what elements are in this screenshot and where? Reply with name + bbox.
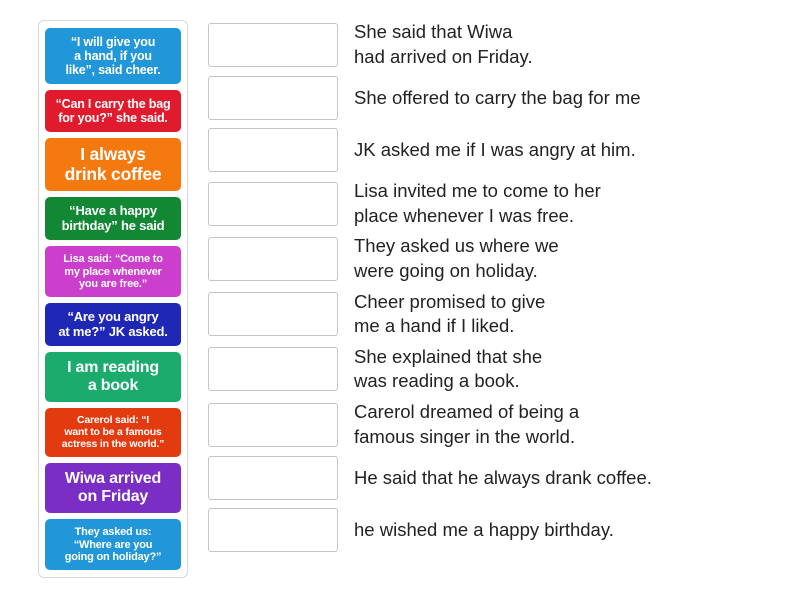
drop-target[interactable]	[208, 508, 338, 553]
draggable-tile[interactable]: “Are you angry at me?” JK asked.	[45, 303, 181, 347]
answer-row: Carerol dreamed of being a famous singer…	[208, 400, 800, 449]
answer-text: She explained that she was reading a boo…	[354, 345, 543, 392]
answer-text: She offered to carry the bag for me	[354, 86, 641, 108]
draggable-tile-label: “Have a happy birthday” he said	[61, 203, 165, 233]
answer-text: he wished me a happy birthday.	[354, 518, 614, 540]
answer-row: JK asked me if I was angry at him.	[208, 127, 800, 173]
answer-row: She said that Wiwa had arrived on Friday…	[208, 20, 800, 69]
answer-text: She said that Wiwa had arrived on Friday…	[354, 21, 533, 67]
answer-text: Cheer promised to give me a hand if I li…	[354, 290, 546, 337]
answer-row: She explained that she was reading a boo…	[208, 345, 800, 394]
drop-target[interactable]	[208, 292, 338, 337]
answer-row: Cheer promised to give me a hand if I li…	[208, 290, 800, 339]
answer-text: Carerol dreamed of being a famous singer…	[354, 400, 580, 447]
answer-text: JK asked me if I was angry at him.	[354, 138, 636, 160]
draggable-tile-label: “Are you angry at me?” JK asked.	[58, 309, 168, 339]
drop-target[interactable]	[208, 76, 338, 121]
match-up-activity: “I will give you a hand, if you like”, s…	[0, 0, 800, 600]
draggable-tile-label: Wiwa arrived on Friday	[64, 470, 162, 506]
answers-list: She said that Wiwa had arrived on Friday…	[208, 20, 800, 553]
drop-target[interactable]	[208, 181, 338, 226]
draggable-tile-label: Carerol said: “I want to be a famous act…	[61, 414, 165, 450]
drop-target[interactable]	[208, 128, 338, 173]
answer-row: He said that he always drank coffee.	[208, 455, 800, 501]
draggable-tile-label: They asked us: “Where are you going on h…	[64, 526, 162, 563]
draggable-tile-label: I am reading a book	[67, 359, 159, 395]
drop-target[interactable]	[208, 236, 338, 281]
draggable-tile[interactable]: Lisa said: “Come to my place whenever yo…	[45, 246, 181, 298]
draggable-tile-label: I always drink coffee	[64, 144, 162, 184]
drop-target[interactable]	[208, 347, 338, 392]
answer-text: They asked us where we were going on hol…	[354, 235, 559, 281]
draggable-tile[interactable]: “I will give you a hand, if you like”, s…	[45, 28, 181, 84]
drop-target[interactable]	[208, 456, 338, 501]
draggable-tile-label: “I will give you a hand, if you like”, s…	[65, 35, 161, 77]
draggable-tile[interactable]: I am reading a book	[45, 352, 181, 403]
draggable-tile-label: Lisa said: “Come to my place whenever yo…	[63, 253, 163, 290]
drop-target[interactable]	[208, 22, 338, 67]
draggable-tile[interactable]: Wiwa arrived on Friday	[45, 463, 181, 514]
draggable-tile[interactable]: I always drink coffee	[45, 138, 181, 192]
draggable-tile-label: “Can I carry the bag for you?” she said.	[55, 97, 171, 125]
draggable-tiles-panel: “I will give you a hand, if you like”, s…	[38, 20, 188, 579]
answer-text: He said that he always drank coffee.	[354, 466, 652, 488]
draggable-tile[interactable]: Carerol said: “I want to be a famous act…	[45, 408, 181, 458]
answer-text: Lisa invited me to come to her place whe…	[354, 180, 601, 226]
answer-row: They asked us where we were going on hol…	[208, 234, 800, 283]
draggable-tile[interactable]: They asked us: “Where are you going on h…	[45, 519, 181, 571]
drop-target[interactable]	[208, 402, 338, 447]
answer-row: She offered to carry the bag for me	[208, 75, 800, 121]
draggable-tile[interactable]: “Can I carry the bag for you?” she said.	[45, 90, 181, 132]
draggable-tile[interactable]: “Have a happy birthday” he said	[45, 197, 181, 241]
answer-row: he wished me a happy birthday.	[208, 507, 800, 553]
answer-row: Lisa invited me to come to her place whe…	[208, 179, 800, 228]
